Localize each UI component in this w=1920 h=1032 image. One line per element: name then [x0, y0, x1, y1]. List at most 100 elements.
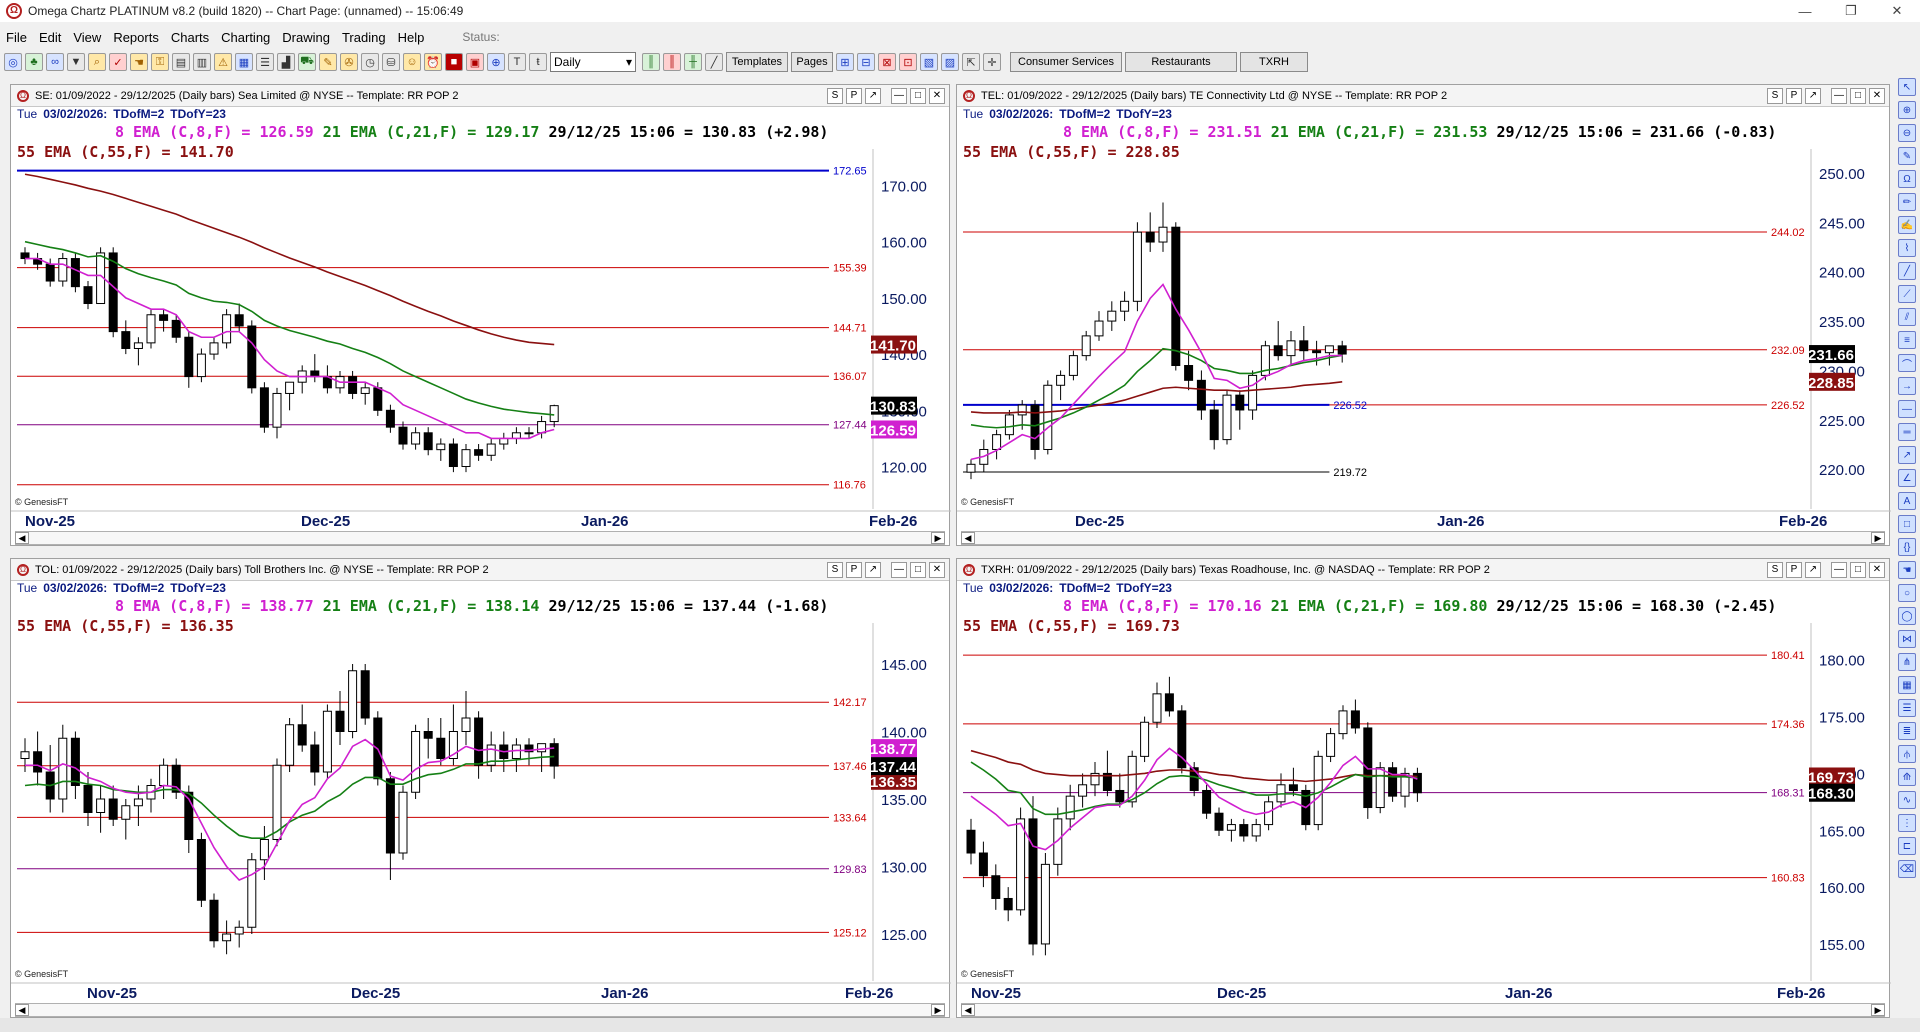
- grid-icon[interactable]: ▦: [1898, 676, 1916, 694]
- bar-chart-alt-icon[interactable]: ▥: [193, 53, 211, 71]
- chart-scrollbar[interactable]: ◀ ▶: [15, 1003, 945, 1017]
- price-plot[interactable]: 145.00 140.00 135.00 130.00 125.00 142.17 137.…: [11, 559, 951, 1019]
- scroll-right-icon[interactable]: ▶: [931, 1004, 945, 1016]
- ellipse-icon[interactable]: ◯: [1898, 607, 1916, 625]
- grid-icon[interactable]: ▦: [235, 53, 253, 71]
- scroll-left-icon[interactable]: ◀: [15, 1004, 29, 1016]
- scroll-right-icon[interactable]: ▶: [1871, 532, 1885, 544]
- menu-edit[interactable]: Edit: [33, 30, 67, 45]
- chart-scrollbar[interactable]: ◀ ▶: [961, 531, 1885, 545]
- menu-charts[interactable]: Charts: [165, 30, 215, 45]
- alarm-icon[interactable]: ⏰: [424, 53, 442, 71]
- layout-2-icon[interactable]: ⊟: [857, 53, 875, 71]
- text-icon[interactable]: A: [1898, 492, 1916, 510]
- face-icon[interactable]: ☺: [403, 53, 421, 71]
- stop-icon[interactable]: ■: [445, 53, 463, 71]
- warning-icon[interactable]: ⚠: [214, 53, 232, 71]
- hline-icon[interactable]: —: [1898, 400, 1916, 418]
- circle-icon[interactable]: ○: [1898, 584, 1916, 602]
- menu-trading[interactable]: Trading: [336, 30, 392, 45]
- restaurants-button[interactable]: Restaurants: [1125, 52, 1237, 72]
- list-icon[interactable]: ☰: [256, 53, 274, 71]
- menu-reports[interactable]: Reports: [107, 30, 165, 45]
- wave-icon[interactable]: ∿: [1898, 791, 1916, 809]
- menu-file[interactable]: File: [0, 30, 33, 45]
- layout-6-icon[interactable]: ▨: [941, 53, 959, 71]
- text-tool-alt-icon[interactable]: ŧ: [529, 53, 547, 71]
- pitchfork-icon[interactable]: ⫛: [1898, 745, 1916, 763]
- scroll-left-icon[interactable]: ◀: [961, 532, 975, 544]
- speed-icon[interactable]: ⟰: [1898, 768, 1916, 786]
- trendline-2-icon[interactable]: ⟋: [1898, 285, 1916, 303]
- stats-icon[interactable]: ⋮: [1898, 814, 1916, 832]
- calendar-icon[interactable]: ▣: [466, 53, 484, 71]
- layout-icon[interactable]: ⊞: [836, 53, 854, 71]
- pages-button[interactable]: Pages: [791, 52, 833, 72]
- txrh-button[interactable]: TXRH: [1240, 52, 1308, 72]
- globe-icon[interactable]: ◎: [4, 53, 22, 71]
- crosshair-icon[interactable]: ✛: [983, 53, 1001, 71]
- ruler-icon[interactable]: ⊏: [1898, 837, 1916, 855]
- key-icon[interactable]: ⚿: [151, 53, 169, 71]
- fibonacci-icon[interactable]: ≡: [1898, 331, 1916, 349]
- text-tool-icon[interactable]: T: [508, 53, 526, 71]
- brush-icon[interactable]: ⌇: [1898, 239, 1916, 257]
- channel-icon[interactable]: ⫽: [1898, 308, 1916, 326]
- layout-4-icon[interactable]: ⊡: [899, 53, 917, 71]
- scroll-left-icon[interactable]: ◀: [961, 1004, 975, 1016]
- templates-button[interactable]: Templates: [726, 52, 788, 72]
- pencil-icon[interactable]: ✎: [319, 53, 337, 71]
- gann-icon[interactable]: ⋈: [1898, 630, 1916, 648]
- levels-icon[interactable]: ☰: [1898, 699, 1916, 717]
- menu-drawing[interactable]: Drawing: [276, 30, 336, 45]
- minimize-button[interactable]: —: [1782, 0, 1828, 22]
- erase-icon[interactable]: ⌫: [1898, 860, 1916, 878]
- angle-icon[interactable]: ∠: [1898, 469, 1916, 487]
- tree-icon[interactable]: ♣: [25, 53, 43, 71]
- omega-icon[interactable]: Ω: [1898, 170, 1916, 188]
- arc-icon[interactable]: ⌒: [1898, 354, 1916, 372]
- menu-charting[interactable]: Charting: [215, 30, 276, 45]
- glasses-icon[interactable]: ∞: [46, 53, 64, 71]
- lines-icon[interactable]: ═: [1898, 423, 1916, 441]
- ray-icon[interactable]: →: [1898, 377, 1916, 395]
- pencil-icon[interactable]: ✏: [1898, 193, 1916, 211]
- maximize-button[interactable]: ❐: [1828, 0, 1874, 22]
- clock-icon[interactable]: ◷: [361, 53, 379, 71]
- draw-icon[interactable]: ✍: [1898, 216, 1916, 234]
- scroll-right-icon[interactable]: ▶: [1871, 1004, 1885, 1016]
- menu-view[interactable]: View: [67, 30, 107, 45]
- hand-icon[interactable]: ☚: [1898, 561, 1916, 579]
- layout-3-icon[interactable]: ⊠: [878, 53, 896, 71]
- chart-icon[interactable]: ▟: [277, 53, 295, 71]
- cursor-icon[interactable]: ↖: [1898, 78, 1916, 96]
- menu-help[interactable]: Help: [392, 30, 431, 45]
- chart-scrollbar[interactable]: ◀ ▶: [961, 1003, 1885, 1017]
- fan-icon[interactable]: ⋔: [1898, 653, 1916, 671]
- arrow-icon[interactable]: ↗: [1898, 446, 1916, 464]
- bars-red-icon[interactable]: ║: [663, 53, 681, 71]
- zoom-out-icon[interactable]: ⊖: [1898, 124, 1916, 142]
- marker-icon[interactable]: ✎: [1898, 147, 1916, 165]
- close-button[interactable]: ✕: [1874, 0, 1920, 22]
- trendline-icon[interactable]: ╱: [1898, 262, 1916, 280]
- filter-icon[interactable]: ▼: [67, 53, 85, 71]
- price-plot[interactable]: 180.00175.00170.00165.00160.00155.00180.…: [957, 559, 1891, 1019]
- zoom-icon[interactable]: ⊕: [487, 53, 505, 71]
- line-icon[interactable]: ╱: [705, 53, 723, 71]
- bars-icon[interactable]: ║: [642, 53, 660, 71]
- scroll-left-icon[interactable]: ◀: [15, 532, 29, 544]
- fib-ext-icon[interactable]: ≣: [1898, 722, 1916, 740]
- scanner-icon[interactable]: ⌕: [88, 53, 106, 71]
- price-plot[interactable]: 250.00245.00240.00235.00230.00225.00220.…: [957, 85, 1891, 547]
- box-icon[interactable]: □: [1898, 515, 1916, 533]
- cart-icon[interactable]: ⛟: [298, 53, 316, 71]
- compass-icon[interactable]: ✇: [340, 53, 358, 71]
- consumer-services-button[interactable]: Consumer Services: [1010, 52, 1122, 72]
- price-plot[interactable]: 170.00160.00150.00140.00130.00120.00172.…: [11, 85, 951, 547]
- bars-green-icon[interactable]: ╫: [684, 53, 702, 71]
- layout-5-icon[interactable]: ▧: [920, 53, 938, 71]
- disk-icon[interactable]: ⛁: [382, 53, 400, 71]
- scroll-right-icon[interactable]: ▶: [931, 532, 945, 544]
- chart-scrollbar[interactable]: ◀ ▶: [15, 531, 945, 545]
